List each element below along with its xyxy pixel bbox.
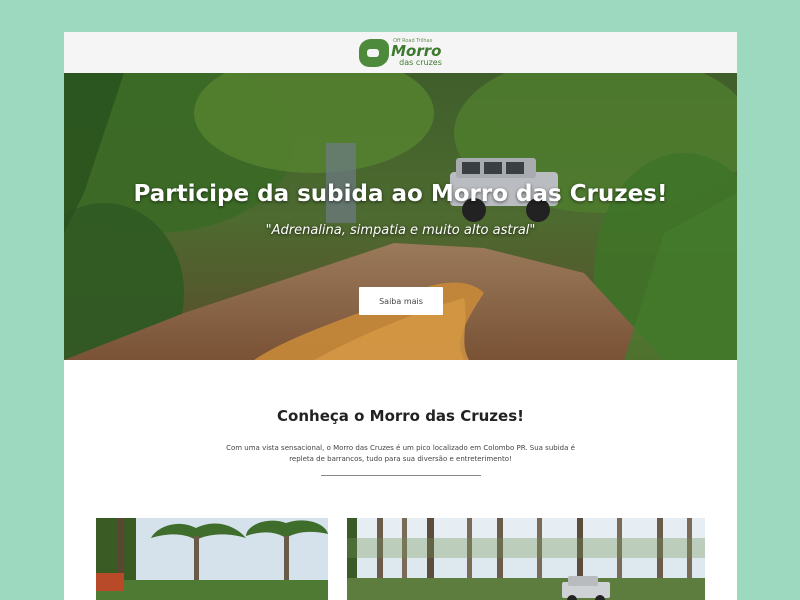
page-container: Off Road Trilhas Morro das cruzes Partic… bbox=[64, 32, 737, 600]
palm-trees-image bbox=[96, 518, 328, 600]
hero-subtitle: "Adrenalina, simpatia e muito alto astra… bbox=[265, 223, 536, 238]
intro-body: Com uma vista sensacional, o Morro das C… bbox=[226, 444, 575, 463]
hero-background-image bbox=[64, 73, 737, 360]
gallery-photo-palms[interactable] bbox=[96, 518, 328, 600]
intro-heading: Conheça o Morro das Cruzes! bbox=[277, 407, 524, 425]
site-header: Off Road Trilhas Morro das cruzes bbox=[64, 32, 737, 73]
saiba-mais-button[interactable]: Saiba mais bbox=[359, 287, 443, 315]
logo[interactable]: Off Road Trilhas Morro das cruzes bbox=[359, 38, 442, 67]
hero-banner: Participe da subida ao Morro das Cruzes!… bbox=[64, 73, 737, 360]
logo-sub-text: das cruzes bbox=[399, 57, 442, 67]
intro-section: Conheça o Morro das Cruzes! Com uma vist… bbox=[64, 360, 737, 476]
photo-gallery bbox=[64, 518, 737, 600]
logo-text: Off Road Trilhas Morro das cruzes bbox=[391, 38, 442, 67]
eucalyptus-forest-image bbox=[347, 518, 705, 600]
gallery-photo-eucalyptus[interactable] bbox=[347, 518, 705, 600]
jeep-logo-icon bbox=[359, 38, 390, 67]
section-divider bbox=[320, 475, 481, 476]
logo-main-text: Morro bbox=[391, 41, 442, 60]
hero-title: Participe da subida ao Morro das Cruzes! bbox=[133, 181, 668, 207]
